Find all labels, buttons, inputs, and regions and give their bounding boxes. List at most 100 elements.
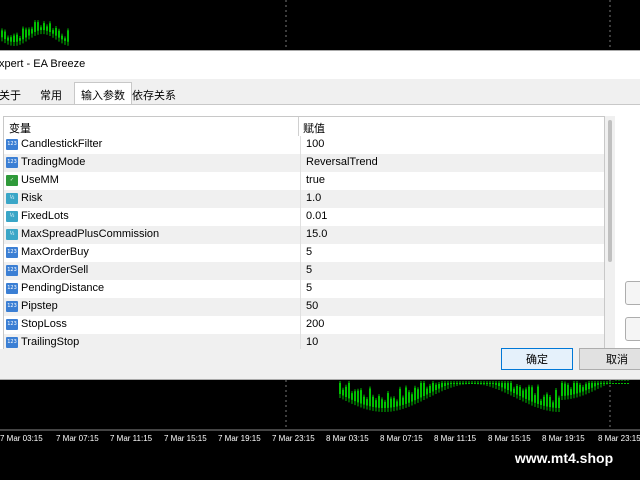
time-axis-label: 8 Mar 11:15 bbox=[434, 434, 477, 443]
candle-body bbox=[480, 383, 482, 384]
candle-body bbox=[564, 383, 566, 396]
param-value[interactable]: 5 bbox=[306, 264, 312, 276]
int-icon: 123 bbox=[6, 337, 18, 348]
int-icon: 123 bbox=[6, 247, 18, 258]
candle-body bbox=[351, 393, 353, 400]
double-icon: ½ bbox=[6, 229, 18, 240]
param-row[interactable]: ½ FixedLots 0.01 bbox=[4, 208, 604, 226]
int-icon: 123 bbox=[6, 301, 18, 312]
param-value[interactable]: 50 bbox=[306, 300, 318, 312]
candle-body bbox=[453, 383, 455, 384]
param-value[interactable]: 5 bbox=[306, 246, 312, 258]
candle-body bbox=[531, 387, 533, 402]
params-scrollbar[interactable] bbox=[605, 116, 615, 348]
candle-body bbox=[13, 35, 15, 42]
param-value[interactable]: 1.0 bbox=[306, 192, 321, 204]
param-value[interactable]: 5 bbox=[306, 282, 312, 294]
tab-inputs[interactable]: 输入参数 bbox=[74, 82, 132, 104]
ea-properties-dialog: xpert - EA Breeze 关于 常用 输入参数 依存关系 变量 赋值 … bbox=[0, 50, 640, 380]
dialog-tabs: 关于 常用 输入参数 依存关系 bbox=[0, 81, 640, 105]
time-axis-label: 8 Mar 03:15 bbox=[326, 434, 369, 443]
candle-body bbox=[423, 383, 425, 396]
param-value[interactable]: 100 bbox=[306, 138, 324, 150]
param-row[interactable]: 123 Pipstep 50 bbox=[4, 298, 604, 316]
param-value[interactable]: true bbox=[306, 174, 325, 186]
candle-body bbox=[444, 383, 446, 386]
param-value[interactable]: 15.0 bbox=[306, 228, 327, 240]
candle-body bbox=[495, 383, 497, 385]
candle-body bbox=[519, 387, 521, 397]
tab-common[interactable]: 常用 bbox=[40, 87, 62, 103]
candle-body bbox=[4, 31, 6, 40]
candle-body bbox=[447, 383, 449, 385]
candle-body bbox=[46, 26, 48, 31]
candle-body bbox=[579, 384, 581, 393]
param-row[interactable]: 123 StopLoss 200 bbox=[4, 316, 604, 334]
candle-body bbox=[438, 383, 440, 389]
dialog-title: xpert - EA Breeze bbox=[0, 58, 86, 70]
candle-body bbox=[510, 383, 512, 392]
candle-body bbox=[603, 383, 605, 384]
candle-body bbox=[7, 37, 9, 41]
candle-body bbox=[594, 383, 596, 387]
param-value[interactable]: ReversalTrend bbox=[306, 156, 378, 168]
time-axis-label: 7 Mar 07:15 bbox=[56, 434, 99, 443]
candle-body bbox=[58, 30, 60, 38]
tab-dependencies[interactable]: 依存关系 bbox=[132, 87, 176, 103]
candle-body bbox=[585, 384, 587, 391]
param-row[interactable]: ½ Risk 1.0 bbox=[4, 190, 604, 208]
scrollbar-thumb[interactable] bbox=[608, 120, 612, 262]
candle-body bbox=[345, 386, 347, 397]
candle-body bbox=[432, 383, 434, 392]
cancel-button[interactable]: 取消 bbox=[579, 348, 640, 370]
bool-icon: ✓ bbox=[6, 175, 18, 186]
int-icon: 123 bbox=[6, 319, 18, 330]
candle-body bbox=[609, 383, 611, 384]
candle-body bbox=[462, 383, 464, 384]
double-icon: ½ bbox=[6, 211, 18, 222]
candle-body bbox=[363, 396, 365, 405]
param-value[interactable]: 0.01 bbox=[306, 210, 327, 222]
side-button[interactable] bbox=[625, 281, 640, 305]
candle-body bbox=[420, 383, 422, 398]
ok-button[interactable]: 确定 bbox=[501, 348, 573, 370]
param-row[interactable]: ✓ UseMM true bbox=[4, 172, 604, 190]
candle-body bbox=[37, 22, 39, 31]
candle-body bbox=[348, 383, 350, 399]
candle-body bbox=[429, 385, 431, 393]
candle-body bbox=[396, 401, 398, 407]
candle-body bbox=[468, 383, 470, 384]
candle-body bbox=[34, 22, 36, 32]
candle-body bbox=[441, 383, 443, 388]
candle-body bbox=[558, 397, 560, 408]
param-value[interactable]: 10 bbox=[306, 336, 318, 348]
column-header-variable[interactable]: 变量 bbox=[9, 120, 31, 136]
candle-body bbox=[600, 383, 602, 384]
param-row[interactable]: 123 TradingMode ReversalTrend bbox=[4, 154, 604, 172]
candle-body bbox=[459, 383, 461, 384]
candle-body bbox=[573, 383, 575, 395]
param-row[interactable]: 123 MaxOrderSell 5 bbox=[4, 262, 604, 280]
candle-body bbox=[570, 389, 572, 395]
column-header-value[interactable]: 赋值 bbox=[303, 120, 325, 136]
candle-body bbox=[537, 386, 539, 404]
candle-body bbox=[393, 398, 395, 408]
candle-body bbox=[471, 383, 473, 384]
param-row[interactable]: 123 PendingDistance 5 bbox=[4, 280, 604, 298]
dialog-titlebar[interactable]: xpert - EA Breeze bbox=[0, 51, 640, 79]
param-row[interactable]: 123 TrailingStop 10 bbox=[4, 334, 604, 349]
tab-about[interactable]: 关于 bbox=[0, 87, 21, 103]
candle-body bbox=[417, 389, 419, 399]
side-button[interactable] bbox=[625, 317, 640, 341]
candle-body bbox=[627, 383, 629, 384]
candle-body bbox=[19, 37, 21, 41]
candle-body bbox=[516, 386, 518, 395]
param-row[interactable]: 123 MaxOrderBuy 5 bbox=[4, 244, 604, 262]
time-axis-label: 7 Mar 15:15 bbox=[164, 434, 207, 443]
param-name: Pipstep bbox=[21, 300, 58, 312]
candle-body bbox=[408, 392, 410, 403]
param-row[interactable]: ½ MaxSpreadPlusCommission 15.0 bbox=[4, 226, 604, 244]
param-value[interactable]: 200 bbox=[306, 318, 324, 330]
candle-body bbox=[55, 28, 57, 36]
param-row[interactable]: 123 CandlestickFilter 100 bbox=[4, 136, 604, 154]
